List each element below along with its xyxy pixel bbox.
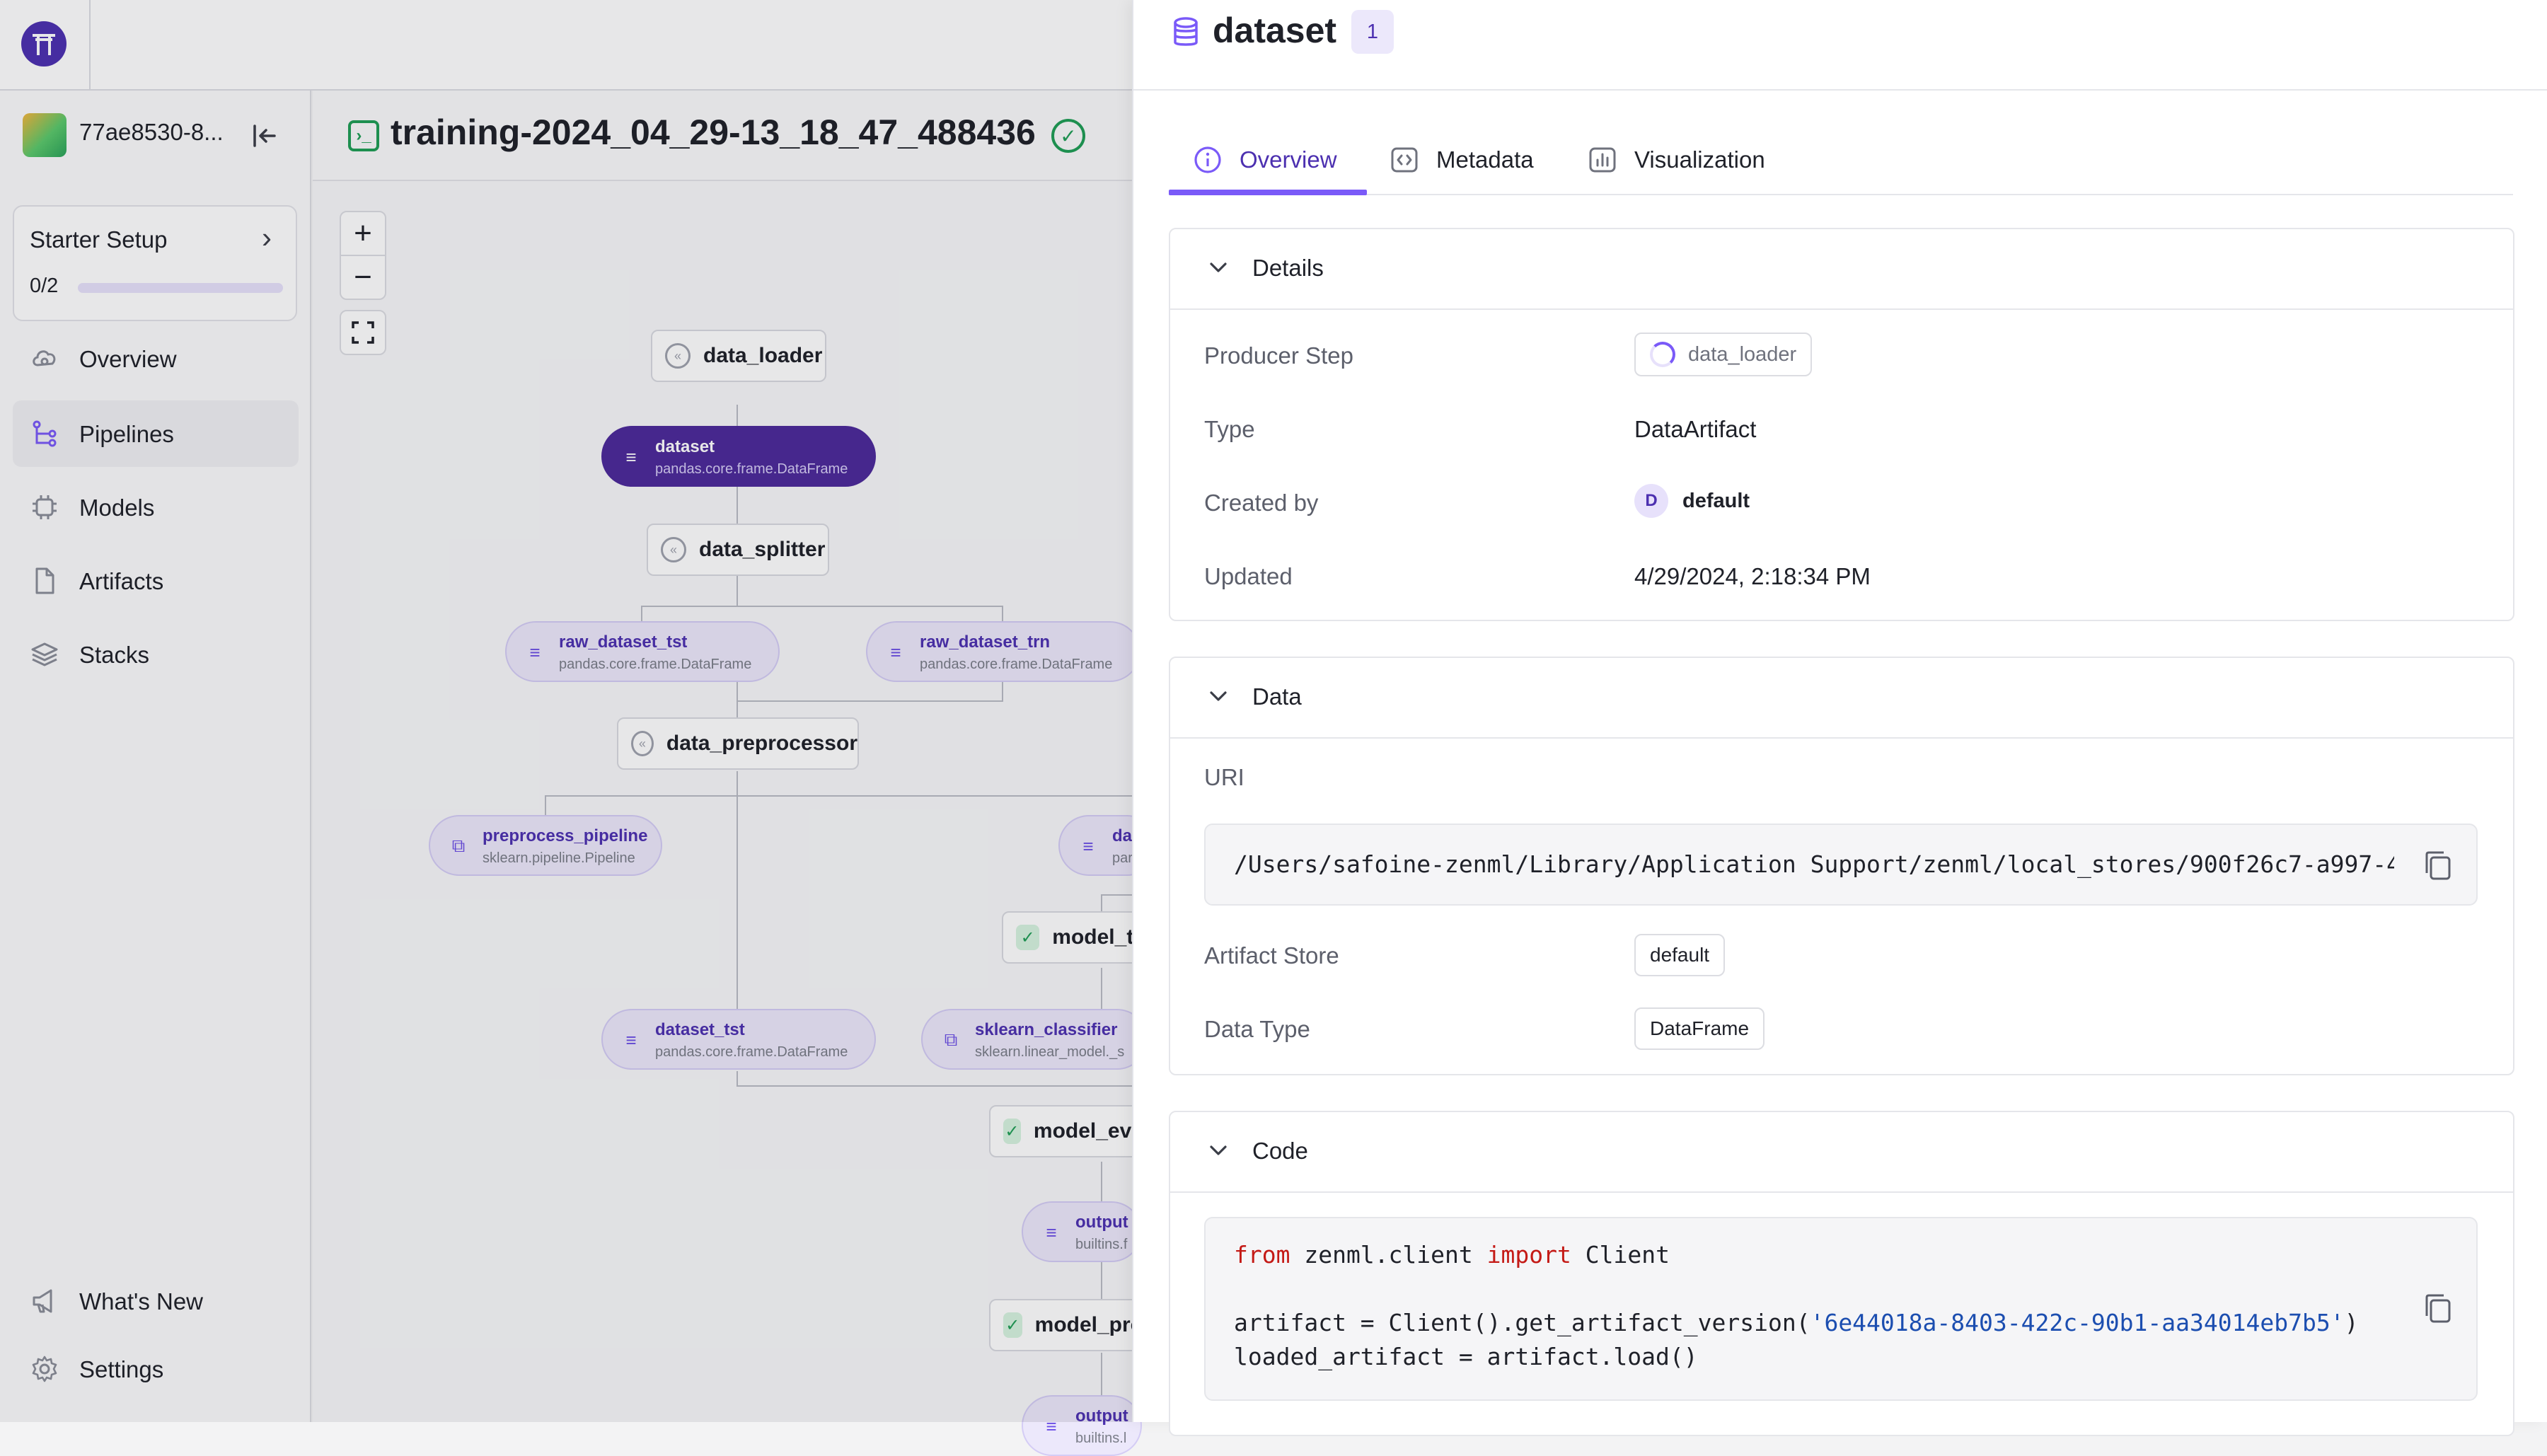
spinner-icon [1650, 342, 1675, 367]
chevron-down-icon [1204, 253, 1232, 282]
bar-chart-icon [1588, 145, 1617, 175]
artifact-type: builtins.l [1075, 1431, 1127, 1446]
producer-step-chip[interactable]: data_loader [1634, 333, 1813, 376]
code-text: ) [2344, 1309, 2359, 1336]
uri-label: URI [1204, 764, 1244, 790]
type-label: Type [1204, 416, 1255, 442]
created-by-user: D default [1634, 484, 1750, 518]
created-by-label: Created by [1204, 490, 1319, 516]
updated-value: 4/29/2024, 2:18:34 PM [1634, 563, 1871, 589]
data-type-label: Data Type [1204, 1016, 1310, 1042]
version-badge: 1 [1351, 10, 1394, 54]
tab-overview[interactable]: Overview [1193, 125, 1337, 195]
chevron-down-icon [1204, 682, 1232, 710]
data-type-chip: DataFrame [1634, 1007, 1765, 1050]
chevron-down-icon [1204, 1136, 1232, 1165]
producer-step-value: data_loader [1688, 342, 1797, 366]
code-card-header[interactable]: Code [1170, 1112, 2513, 1193]
info-icon [1193, 145, 1223, 175]
database-icon [1169, 16, 1203, 50]
details-card: Details Producer Step data_loader Type D… [1169, 228, 2514, 621]
created-by-value: default [1682, 489, 1750, 512]
tab-visualization[interactable]: Visualization [1588, 125, 1765, 195]
code-line-2: artifact = Client().get_artifact_version… [1234, 1306, 2358, 1340]
artifact-store-label: Artifact Store [1204, 942, 1339, 969]
code-text: zenml.client [1290, 1241, 1487, 1269]
code-text: artifact = Client().get_artifact_version… [1234, 1309, 1810, 1336]
card-title: Details [1252, 255, 1324, 281]
code-brackets-icon [1390, 145, 1419, 175]
updated-label: Updated [1204, 563, 1293, 589]
code-string: '6e44018a-8403-422c-90b1-aa34014eb7b5' [1810, 1309, 2345, 1336]
avatar: D [1634, 484, 1668, 518]
panel-tabs: Overview Metadata Visualization [1169, 125, 2513, 195]
type-value: DataArtifact [1634, 416, 1757, 442]
code-keyword: import [1486, 1241, 1571, 1269]
copy-icon[interactable] [2422, 1292, 2454, 1326]
active-tab-indicator [1169, 190, 1367, 195]
copy-icon[interactable] [2422, 849, 2454, 883]
producer-step-label: Producer Step [1204, 342, 1353, 369]
tab-label: Overview [1240, 146, 1337, 173]
data-card: Data URI /Users/safoine-zenml/Library/Ap… [1169, 657, 2514, 1075]
code-card: Code from zenml.client import Client art… [1169, 1111, 2514, 1436]
app-background: 77ae8530-8... Starter Setup › 0/2 Overvi… [0, 0, 1157, 1456]
tab-label: Metadata [1436, 146, 1534, 173]
code-text: Client [1571, 1241, 1670, 1269]
uri-value: /Users/safoine-zenml/Library/Application… [1234, 850, 2394, 878]
card-title: Code [1252, 1138, 1308, 1164]
card-title: Data [1252, 683, 1302, 710]
artifact-detail-panel: dataset 1 Overview Metadata Visualizatio… [1132, 0, 2547, 1436]
uri-box: /Users/safoine-zenml/Library/Application… [1204, 824, 2478, 906]
tab-metadata[interactable]: Metadata [1390, 125, 1534, 195]
modal-overlay[interactable] [0, 0, 1132, 1422]
code-line-3: loaded_artifact = artifact.load() [1234, 1343, 1698, 1370]
details-card-header[interactable]: Details [1170, 229, 2513, 310]
code-block: from zenml.client import Client artifact… [1204, 1217, 2478, 1401]
data-card-header[interactable]: Data [1170, 658, 2513, 739]
code-line-1: from zenml.client import Client [1234, 1238, 1670, 1272]
tab-label: Visualization [1634, 146, 1765, 173]
artifact-store-chip[interactable]: default [1634, 934, 1726, 976]
code-keyword: from [1234, 1241, 1290, 1269]
panel-header: dataset 1 [1133, 0, 2547, 91]
panel-title: dataset [1213, 11, 1337, 50]
